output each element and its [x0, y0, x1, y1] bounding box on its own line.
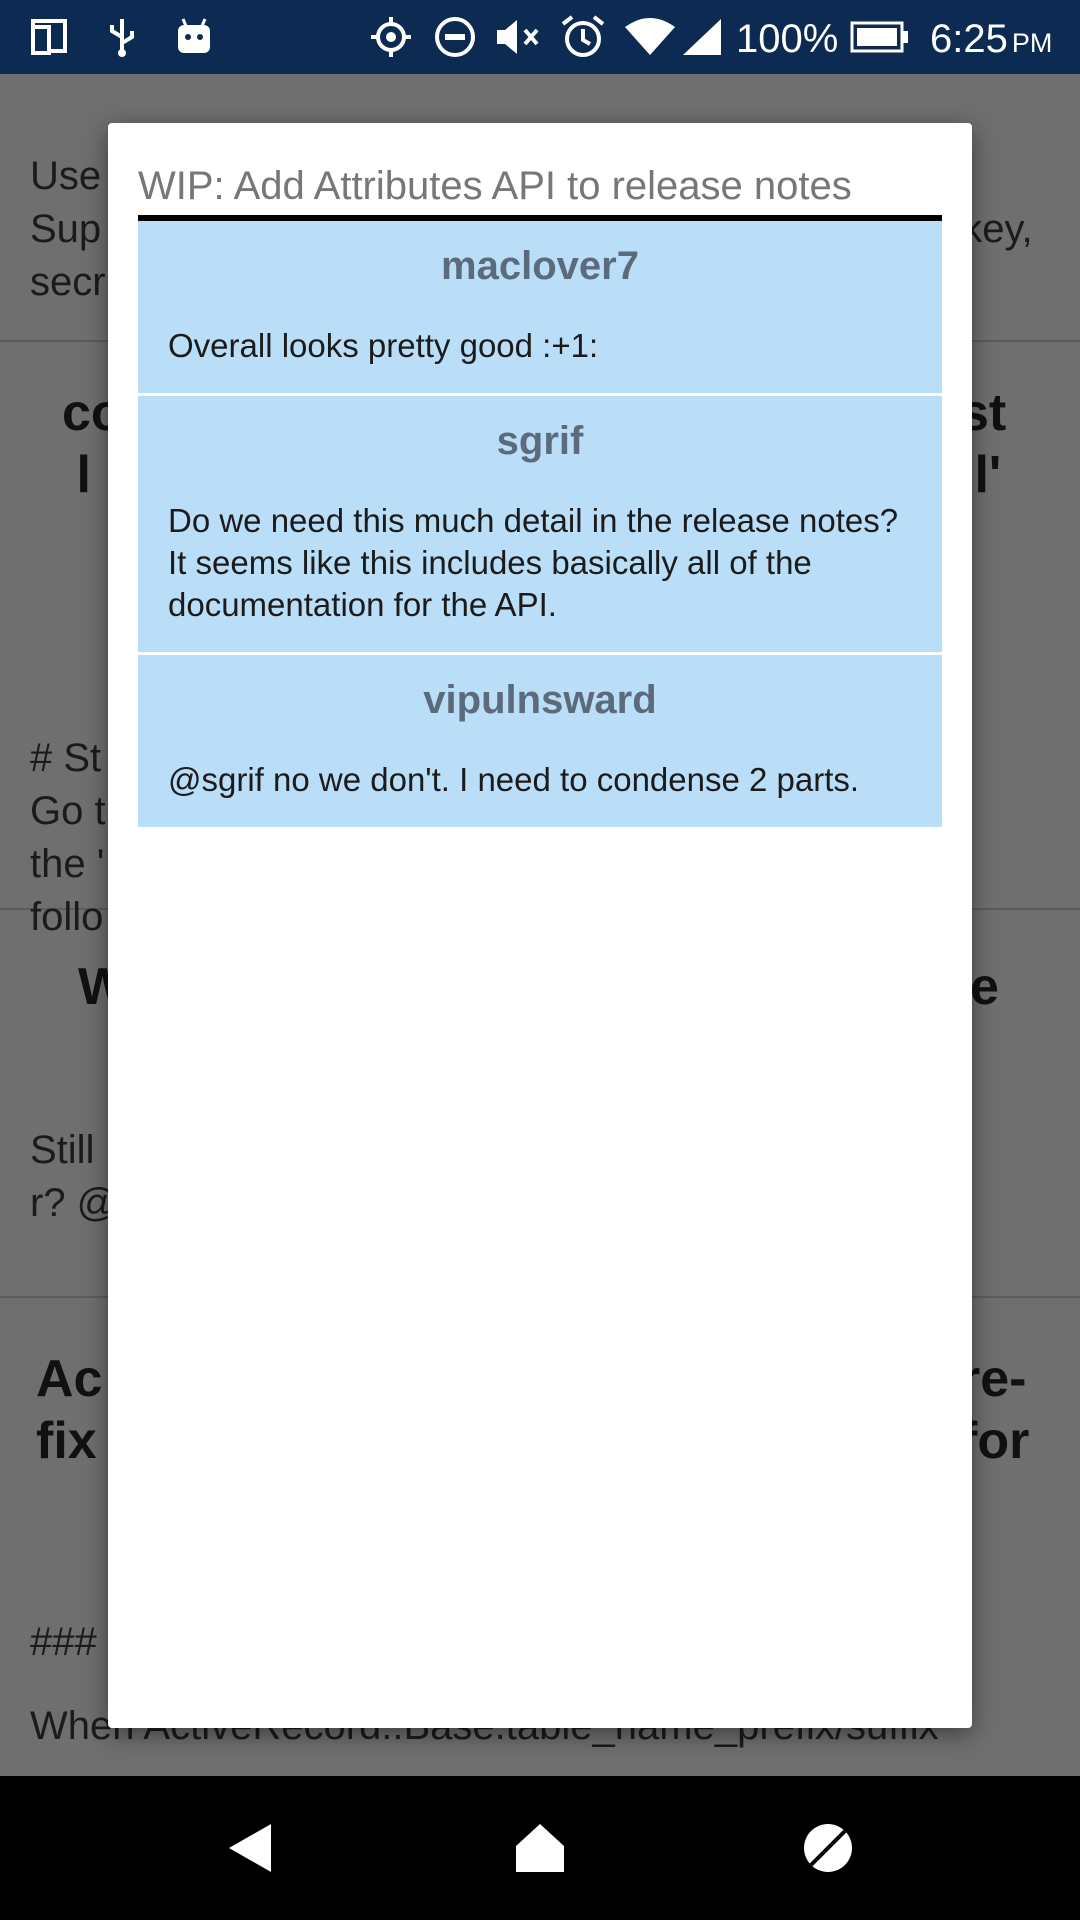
recents-icon[interactable]: [758, 1776, 898, 1920]
comment-author: maclover7: [441, 244, 639, 288]
comment-author: sgrif: [496, 419, 584, 463]
clock: 6:25 PM: [930, 0, 1052, 74]
comment-body: Do we need this much detail in the relea…: [168, 502, 899, 623]
screen-icon: [28, 0, 72, 74]
comments-dialog[interactable]: WIP: Add Attributes API to release notes…: [108, 123, 972, 1728]
mute-icon: [492, 0, 546, 74]
dialog-title: WIP: Add Attributes API to release notes: [138, 164, 852, 208]
signal-icon: [680, 0, 724, 74]
status-bar: 100% 6:25 PM: [0, 0, 1080, 74]
home-icon[interactable]: [470, 1776, 610, 1920]
do-not-disturb-icon: [430, 0, 480, 74]
background-card-text: Still r? @: [30, 1128, 118, 1225]
battery-percent: 100%: [736, 17, 839, 61]
background-card-title: Ac fix: [36, 1350, 103, 1470]
location-icon: [366, 0, 416, 74]
back-icon[interactable]: [180, 1776, 320, 1920]
comment-body: @sgrif no we don't. I need to condense 2…: [168, 761, 860, 798]
background-card-text: Use Sup secr: [30, 154, 106, 304]
comment-list[interactable]: maclover7 Overall looks pretty good :+1:…: [138, 221, 942, 827]
navigation-bar: [0, 1776, 1080, 1920]
background-card-title-right: e: [970, 958, 999, 1016]
comment-item[interactable]: maclover7 Overall looks pretty good :+1:: [138, 221, 942, 396]
alarm-icon: [558, 0, 608, 74]
background-card-text: ###: [30, 1620, 97, 1664]
clock-ampm: PM: [1011, 28, 1053, 58]
wifi-icon: [622, 0, 678, 74]
comment-author: vipulnsward: [423, 678, 657, 722]
usb-icon: [100, 0, 144, 74]
clock-time: 6:25: [930, 17, 1008, 61]
battery-icon: [850, 0, 910, 74]
comment-item[interactable]: sgrif Do we need this much detail in the…: [138, 396, 942, 655]
comment-body: Overall looks pretty good :+1:: [168, 327, 599, 364]
comment-item[interactable]: vipulnsward @sgrif no we don't. I need t…: [138, 655, 942, 827]
android-icon: [172, 0, 216, 74]
